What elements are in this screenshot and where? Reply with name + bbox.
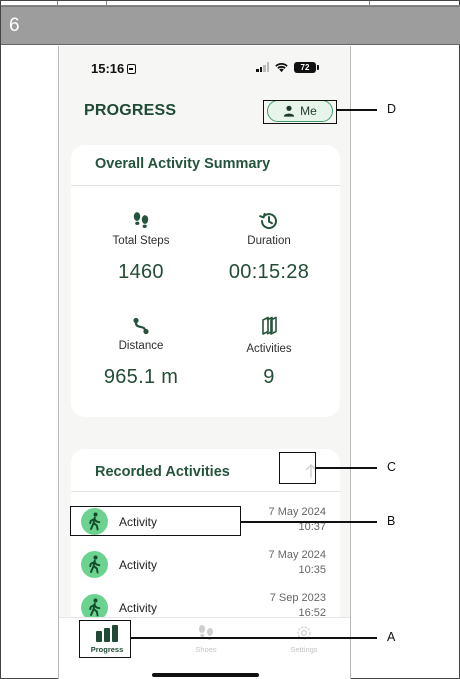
stat-value: 9 <box>263 366 275 388</box>
walking-icon <box>81 551 108 578</box>
stat-label: Distance <box>118 340 164 352</box>
stat-activities: Activities 9 <box>209 316 329 389</box>
document-frame: 6 15:16 72 PROGRESS Me Overall Activity … <box>0 0 460 679</box>
activity-time: 10:35 <box>298 564 326 576</box>
callout-label-b: B <box>387 514 396 528</box>
status-icons: 72 <box>256 60 319 74</box>
callout-label-a: A <box>387 630 396 644</box>
activity-timestamp: 7 May 2024 10:37 <box>236 505 326 535</box>
gear-icon <box>297 626 311 640</box>
callout-box-b <box>70 506 241 536</box>
stat-label: Total Steps <box>112 235 170 247</box>
status-time: 15:16 <box>91 61 137 76</box>
tab-label: Shoes <box>195 645 217 654</box>
home-indicator <box>152 673 259 677</box>
stat-distance: Distance 965.1 m <box>81 316 201 389</box>
tab-settings[interactable]: Settings <box>274 618 334 666</box>
summary-title: Overall Activity Summary <box>95 156 271 172</box>
status-time-text: 15:16 <box>91 61 125 76</box>
page-title: PROGRESS <box>84 102 177 119</box>
activity-date: 7 Sep 2023 <box>269 592 326 604</box>
step-number: 6 <box>9 15 20 36</box>
callout-line-c <box>316 467 377 469</box>
callout-box-a <box>79 620 131 658</box>
callout-label-d: D <box>387 102 397 116</box>
recorded-divider <box>71 491 340 492</box>
activity-name: Activity <box>119 601 158 615</box>
tab-label: Settings <box>290 645 318 654</box>
tab-shoes[interactable]: Shoes <box>176 618 236 666</box>
battery-icon: 72 <box>294 61 319 73</box>
activity-date: 7 May 2024 <box>268 506 326 518</box>
route-icon <box>133 317 149 335</box>
callout-box-d <box>263 100 337 124</box>
callout-line-b <box>241 521 377 523</box>
stat-label: Activities <box>246 343 292 355</box>
footprints-icon <box>199 625 213 640</box>
activity-date: 7 May 2024 <box>268 549 326 561</box>
step-header-bar: 6 <box>1 6 460 45</box>
callout-line-d <box>337 109 377 111</box>
activity-timestamp: 7 May 2024 10:35 <box>236 548 326 578</box>
phone-screen: 15:16 72 PROGRESS Me Overall Activity Su… <box>58 46 351 679</box>
stat-duration: Duration 00:15:28 <box>209 211 329 284</box>
layers-icon <box>262 316 277 335</box>
stat-value: 965.1 m <box>103 366 179 388</box>
callout-label-c: C <box>387 460 397 474</box>
history-icon <box>259 212 277 230</box>
recorded-title: Recorded Activities <box>95 464 230 480</box>
stat-label: Duration <box>247 235 291 247</box>
sim-icon <box>127 64 137 74</box>
stat-value: 00:15:28 <box>228 261 310 283</box>
stat-value: 1460 <box>118 261 164 283</box>
wifi-icon <box>275 62 288 73</box>
callout-box-c <box>279 452 316 484</box>
activity-list-item[interactable]: Activity 7 May 2024 10:35 <box>69 547 332 587</box>
stat-total-steps: Total Steps 1460 <box>81 211 201 284</box>
footprints-icon <box>133 212 149 228</box>
activity-name: Activity <box>119 558 158 572</box>
signal-icon <box>256 62 269 72</box>
callout-line-a <box>131 637 377 639</box>
summary-divider <box>71 185 340 186</box>
activity-summary-card: Overall Activity Summary Total Steps 146… <box>71 145 340 417</box>
status-bar: 15:16 72 <box>59 46 350 86</box>
